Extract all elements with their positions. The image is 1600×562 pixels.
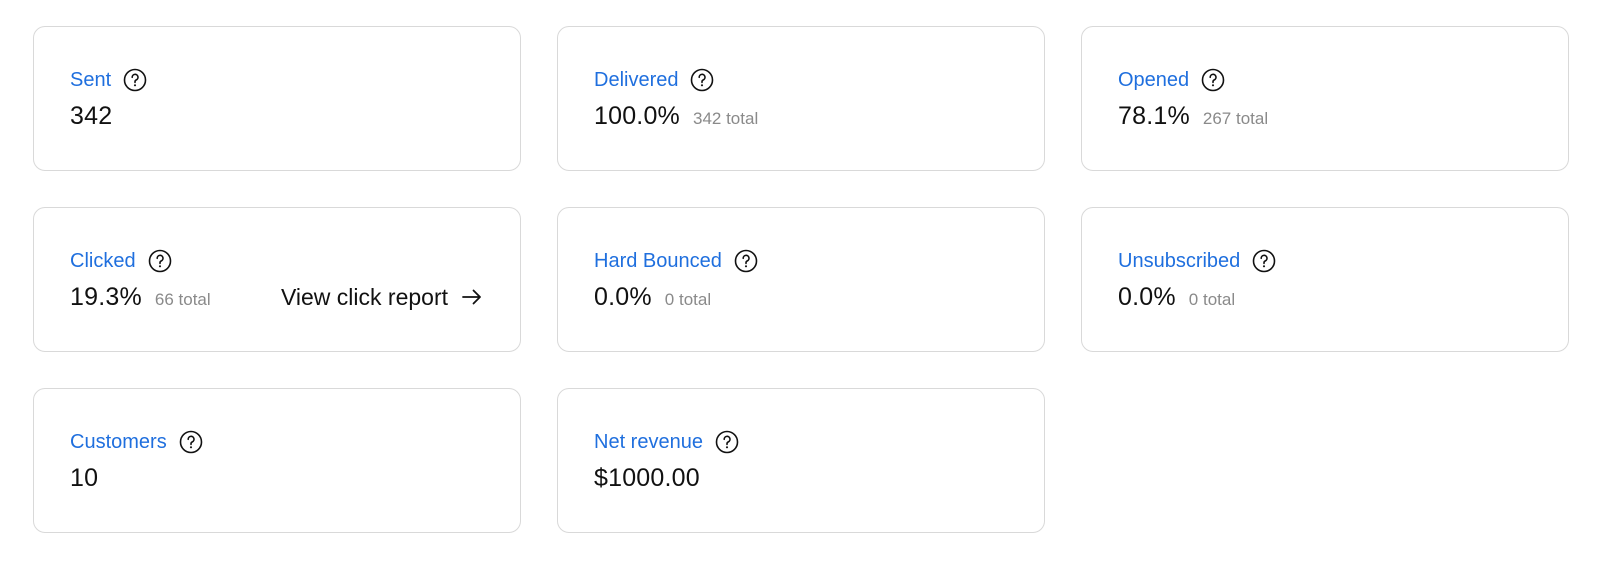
question-circle-icon[interactable] — [148, 249, 172, 273]
stat-label-delivered[interactable]: Delivered — [594, 66, 678, 94]
stat-card-unsubscribed: Unsubscribed 0.0% 0 total — [1081, 207, 1569, 352]
stat-value-row: 342 — [70, 99, 484, 133]
view-click-report-label: View click report — [280, 283, 448, 310]
stat-label-customers[interactable]: Customers — [70, 428, 167, 456]
stat-header: Sent — [70, 66, 147, 94]
stat-value-row: 0.0% 0 total — [594, 280, 1008, 314]
question-circle-icon[interactable] — [734, 249, 758, 273]
arrow-right-icon — [460, 285, 484, 309]
stat-value-clicked: 19.3% — [70, 283, 142, 311]
stat-header: Customers — [70, 428, 203, 456]
stat-value-hard-bounced: 0.0% — [594, 283, 652, 311]
stat-card-customers: Customers 10 — [33, 388, 521, 533]
stat-value-row: 100.0% 342 total — [594, 99, 1008, 133]
stat-card-sent: Sent 342 — [33, 26, 521, 171]
stat-value-net-revenue: $1000.00 — [594, 464, 700, 492]
stat-value-row: $1000.00 — [594, 461, 1008, 495]
stat-label-unsubscribed[interactable]: Unsubscribed — [1118, 247, 1240, 275]
stat-card-delivered: Delivered 100.0% 342 total — [557, 26, 1045, 171]
question-circle-icon[interactable] — [123, 68, 147, 92]
stat-label-opened[interactable]: Opened — [1118, 66, 1189, 94]
question-circle-icon[interactable] — [179, 430, 203, 454]
question-circle-icon[interactable] — [1201, 68, 1225, 92]
stat-label-hard-bounced[interactable]: Hard Bounced — [594, 247, 722, 275]
stat-total-opened: 267 total — [1202, 109, 1269, 128]
stat-card-opened: Opened 78.1% 267 total — [1081, 26, 1569, 171]
view-click-report-link[interactable]: View click report — [281, 280, 484, 314]
stat-value-row: 0.0% 0 total — [1118, 280, 1532, 314]
stat-card-net-revenue: Net revenue $1000.00 — [557, 388, 1045, 533]
stat-total-delivered: 342 total — [693, 109, 759, 128]
stat-value-delivered: 100.0% — [594, 102, 680, 130]
stat-header: Hard Bounced — [594, 247, 758, 275]
stat-label-net-revenue[interactable]: Net revenue — [594, 428, 703, 456]
stat-header: Delivered — [594, 66, 714, 94]
stat-total-hard-bounced: 0 total — [664, 290, 712, 309]
stat-label-clicked[interactable]: Clicked — [70, 247, 136, 275]
stat-header: Unsubscribed — [1118, 247, 1276, 275]
campaign-stats-grid: Sent 342 Delivered 100.0% 342 total Open… — [0, 0, 1600, 562]
question-circle-icon[interactable] — [690, 68, 714, 92]
stat-value-customers: 10 — [70, 464, 99, 492]
stat-value-row: 10 — [70, 461, 484, 495]
stat-label-sent[interactable]: Sent — [70, 66, 111, 94]
stat-total-unsubscribed: 0 total — [1188, 290, 1236, 309]
stat-value-sent: 342 — [70, 102, 113, 130]
question-circle-icon[interactable] — [715, 430, 739, 454]
stat-value-unsubscribed: 0.0% — [1118, 283, 1176, 311]
question-circle-icon[interactable] — [1252, 249, 1276, 273]
stat-value-row: 78.1% 267 total — [1118, 99, 1532, 133]
stat-header: Net revenue — [594, 428, 739, 456]
stat-total-clicked: 66 total — [154, 290, 211, 309]
stat-header: Opened — [1118, 66, 1225, 94]
stat-card-clicked: Clicked 19.3% 66 total View click report — [33, 207, 521, 352]
stat-card-hard-bounced: Hard Bounced 0.0% 0 total — [557, 207, 1045, 352]
stat-header: Clicked — [70, 247, 172, 275]
stat-value-opened: 78.1% — [1118, 102, 1190, 130]
